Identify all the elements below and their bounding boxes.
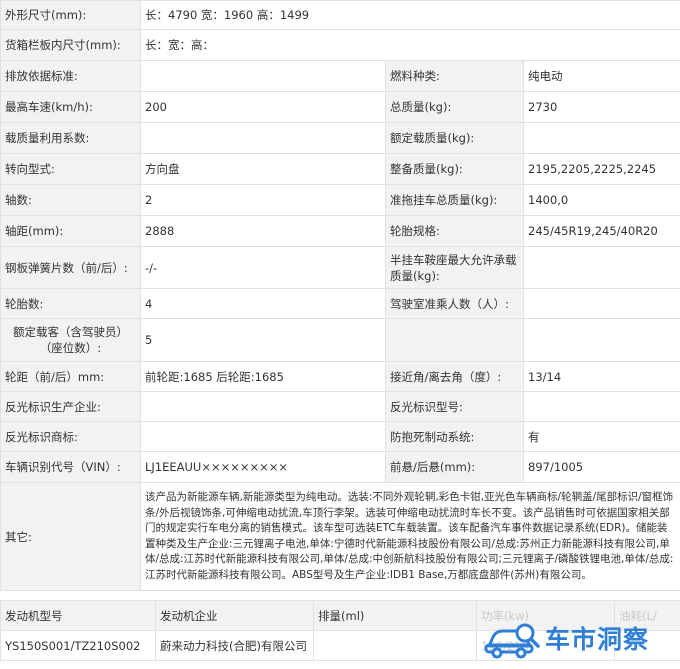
spec-label: 总质量(kg): (385, 91, 524, 123)
spec-label: 轮胎规格: (385, 215, 524, 247)
spec-label: 前悬/后悬(mm): (385, 451, 524, 483)
spec-label: 驾驶室准乘人数（人）: (385, 288, 524, 319)
spec-value: 245/45R19,245/40R20 (522, 215, 680, 247)
remarks-label: 其它: (0, 482, 141, 591)
remarks-text: 该产品为新能源车辆,新能源类型为纯电动。选装:不同外观轮辋,彩色卡钳,亚光色车辆… (139, 482, 680, 591)
spec-row: 轴距(mm): 2888 轮胎规格: 245/45R19,245/40R20 (0, 215, 680, 247)
spec-value: 长：宽：高： (139, 29, 680, 61)
spec-value: 2888 (140, 215, 386, 247)
spec-value: 5 (140, 318, 386, 362)
remarks-row: 其它: 该产品为新能源车辆,新能源类型为纯电动。选装:不同外观轮辋,彩色卡钳,亚… (0, 482, 680, 591)
watermark-text: 车市洞察 (545, 625, 650, 654)
spec-label (385, 318, 524, 362)
spec-value: 方向盘 (140, 153, 386, 185)
engine-model-value: YS150S001/TZ210S002 (0, 630, 156, 661)
spec-row: 车辆识别代号（VIN）: LJ1EEAUU××××××××× 前悬/后悬(mm)… (0, 451, 680, 483)
spec-row: 轮胎数: 4 驾驶室准乘人数（人）: (0, 288, 680, 319)
spec-label: 反光标识商标: (0, 421, 141, 452)
spec-value: 4 (140, 288, 386, 319)
spec-row: 外形尺寸(mm): 长：4790 宽：1960 高：1499 (0, 0, 680, 30)
spec-value (140, 122, 386, 154)
watermark: 车市洞察 (483, 613, 680, 663)
spec-value (522, 318, 680, 362)
spec-row: 轴数: 2 准拖挂车总质量(kg): 1400,0 (0, 184, 680, 216)
spec-value: LJ1EEAUU××××××××× (140, 451, 386, 483)
spec-label: 反光标识型号: (385, 391, 524, 422)
engine-company-value: 蔚来动力科技(合肥)有限公司 (155, 630, 314, 661)
spec-row: 转向型式: 方向盘 整备质量(kg): 2195,2205,2225,2245 (0, 153, 680, 185)
engine-company-header: 发动机企业 (155, 600, 314, 631)
spec-value (522, 122, 680, 154)
spec-label: 转向型式: (0, 153, 141, 185)
spec-label: 最高车速(km/h): (0, 91, 141, 123)
spec-label: 额定载客（含驾驶员）（座位数）: (0, 318, 141, 362)
spec-value: 前轮距:1685 后轮距:1685 (140, 361, 386, 392)
spec-value (140, 391, 386, 422)
spec-row: 货箱栏板内尺寸(mm): 长：宽：高： (0, 29, 680, 61)
spec-label: 轮距（前/后）mm: (0, 361, 141, 392)
spec-label: 车辆识别代号（VIN）: (0, 451, 141, 483)
spec-value (522, 391, 680, 422)
spec-value: 200 (140, 91, 386, 123)
spec-label: 外形尺寸(mm): (0, 0, 141, 30)
spec-label: 反光标识生产企业: (0, 391, 141, 422)
spec-label: 接近角/离去角（度）: (385, 361, 524, 392)
spec-value: 2730 (522, 91, 680, 123)
spec-value: 2 (140, 184, 386, 216)
spec-label: 防抱死制动系统: (385, 421, 524, 452)
spec-label: 燃料种类: (385, 60, 524, 92)
spec-value: 长：4790 宽：1960 高：1499 (139, 0, 680, 30)
spec-value: 13/14 (522, 361, 680, 392)
displacement-header: 排量(ml) (313, 600, 477, 631)
spec-value (522, 246, 680, 289)
vehicle-spec-sheet: 外形尺寸(mm): 长：4790 宽：1960 高：1499 货箱栏板内尺寸(m… (0, 0, 680, 661)
spec-value: 1400,0 (522, 184, 680, 216)
spec-table: 外形尺寸(mm): 长：4790 宽：1960 高：1499 货箱栏板内尺寸(m… (0, 0, 680, 591)
spec-value: 2195,2205,2225,2245 (522, 153, 680, 185)
spec-row: 额定载客（含驾驶员）（座位数）: 5 (0, 318, 680, 362)
spec-label: 整备质量(kg): (385, 153, 524, 185)
spec-value (140, 421, 386, 452)
spec-label: 钢板弹簧片数（前/后）: (0, 246, 141, 289)
spec-label: 排放依据标准: (0, 60, 141, 92)
spec-row: 反光标识商标: 防抱死制动系统: 有 (0, 421, 680, 452)
spec-value (140, 60, 386, 92)
spec-value (522, 288, 680, 319)
spec-row: 反光标识生产企业: 反光标识型号: (0, 391, 680, 422)
spec-label: 轮胎数: (0, 288, 141, 319)
spec-value: -/- (140, 246, 386, 289)
spec-row: 排放依据标准: 燃料种类: 纯电动 (0, 60, 680, 92)
engine-model-header: 发动机型号 (0, 600, 156, 631)
spec-row: 钢板弹簧片数（前/后）: -/- 半挂车鞍座最大允许承载质量(kg): (0, 246, 680, 289)
spec-value: 纯电动 (522, 60, 680, 92)
spec-label: 半挂车鞍座最大允许承载质量(kg): (385, 246, 524, 289)
spec-label: 载质量利用系数: (0, 122, 141, 154)
spec-label: 轴距(mm): (0, 215, 141, 247)
car-magnifier-icon (484, 623, 540, 659)
spec-label: 额定载质量(kg): (385, 122, 524, 154)
spec-row: 最高车速(km/h): 200 总质量(kg): 2730 (0, 91, 680, 123)
spec-row: 轮距（前/后）mm: 前轮距:1685 后轮距:1685 接近角/离去角（度）:… (0, 361, 680, 392)
spec-value: 有 (522, 421, 680, 452)
displacement-value (313, 630, 477, 661)
spec-label: 准拖挂车总质量(kg): (385, 184, 524, 216)
spec-row: 载质量利用系数: 额定载质量(kg): (0, 122, 680, 154)
spec-label: 轴数: (0, 184, 141, 216)
spec-value: 897/1005 (522, 451, 680, 483)
spec-label: 货箱栏板内尺寸(mm): (0, 29, 141, 61)
